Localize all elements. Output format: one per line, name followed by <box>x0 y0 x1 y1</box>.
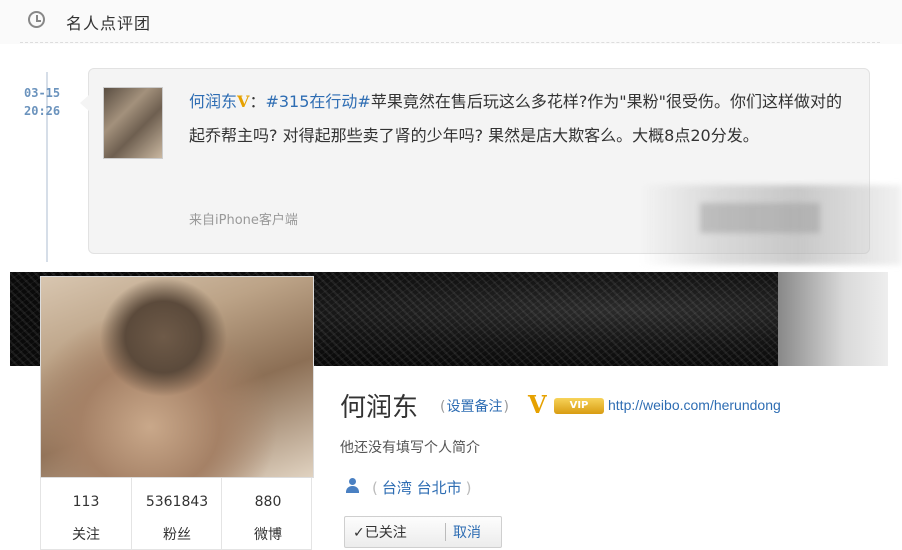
banner-sky <box>778 272 888 368</box>
author-name-link[interactable]: 何润东 <box>189 92 237 111</box>
stat-followers-label: 粉丝 <box>163 527 191 543</box>
unfollow-button[interactable]: 取消 <box>453 522 481 542</box>
topic-link[interactable]: #315在行动# <box>265 92 370 111</box>
stat-following-value: 113 <box>72 494 100 510</box>
profile-url-link[interactable]: http://weibo.com/herundong <box>608 397 781 413</box>
card-arrow <box>80 95 89 111</box>
timeline-line <box>46 72 48 262</box>
author-avatar[interactable] <box>103 87 163 159</box>
profile-name: 何润东 <box>340 393 419 423</box>
button-divider <box>445 523 446 541</box>
post-source[interactable]: 来自iPhone客户端 <box>189 209 298 228</box>
stat-following[interactable]: 113 关注 <box>41 478 131 550</box>
profile-stats: 113 关注 5361843 粉丝 880 微博 <box>40 478 312 550</box>
post-text: 何润东V：#315在行动#苹果竟然在售后玩这么多花样?作为"果粉"很受伤。你们这… <box>189 85 849 153</box>
profile-bio: 他还没有填写个人简介 <box>340 440 480 456</box>
vip-badge-icon[interactable]: VIP <box>554 398 604 414</box>
profile-photo[interactable] <box>40 276 314 478</box>
stat-posts[interactable]: 880 微博 <box>221 478 314 550</box>
followed-button[interactable]: ✓已关注 <box>353 522 407 542</box>
section-header: 名人点评团 <box>0 0 902 44</box>
clock-icon <box>28 11 45 28</box>
stat-posts-label: 微博 <box>254 527 282 543</box>
follow-button-group: ✓已关注 取消 <box>344 516 502 548</box>
blurred-region <box>640 185 902 265</box>
verified-icon[interactable]: V <box>237 92 249 111</box>
verified-badge-icon[interactable]: V <box>528 390 547 419</box>
post-date: 03-15 <box>24 86 61 100</box>
section-divider <box>20 42 880 43</box>
set-remark-link[interactable]: 设置备注 <box>440 396 509 416</box>
post-colon: ： <box>249 92 266 111</box>
person-icon <box>345 478 359 494</box>
stat-posts-value: 880 <box>254 494 282 510</box>
section-title: 名人点评团 <box>66 14 152 33</box>
stat-followers[interactable]: 5361843 粉丝 <box>131 478 222 550</box>
post-time[interactable]: 20:26 <box>24 104 60 118</box>
location-link[interactable]: 台湾 台北市 <box>372 477 472 498</box>
stat-following-label: 关注 <box>72 527 100 543</box>
stat-followers-value: 5361843 <box>145 494 209 510</box>
